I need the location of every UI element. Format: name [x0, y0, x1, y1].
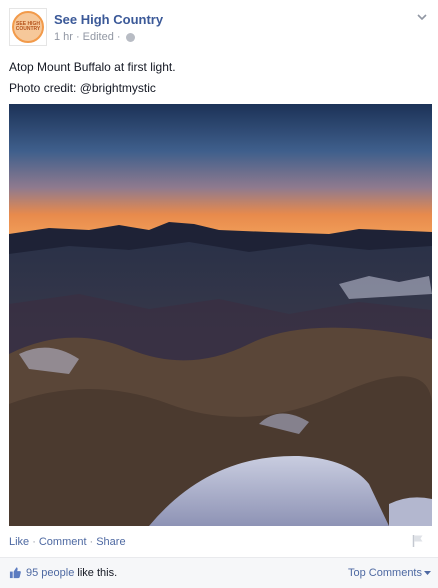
flag-icon[interactable]: [412, 534, 424, 548]
action-separator: ·: [89, 536, 94, 548]
meta-separator: ·: [116, 31, 121, 43]
likes-count[interactable]: 95 people: [26, 567, 74, 579]
likes-summary: 95 people like this.: [26, 567, 117, 579]
post-time[interactable]: 1 hr: [54, 31, 73, 43]
post-text-line: Atop Mount Buffalo at first light.: [9, 60, 176, 74]
post-photo[interactable]: [9, 104, 432, 526]
action-separator: ·: [32, 536, 36, 548]
caret-down-icon: [424, 571, 431, 575]
likes-suffix: like this.: [77, 567, 118, 579]
post-actions: Like · Comment · Share: [9, 536, 126, 548]
meta-separator: ·: [75, 31, 80, 43]
post-text-line: Photo credit: @brightmystic: [9, 81, 156, 95]
post-text: Atop Mount Buffalo at first light. Photo…: [9, 57, 176, 99]
share-button[interactable]: Share: [96, 536, 125, 548]
like-button[interactable]: Like: [9, 536, 29, 548]
edited-label[interactable]: Edited: [83, 31, 114, 43]
likes-bar: 95 people like this. Top Comments: [0, 557, 438, 588]
post-meta: 1 hr · Edited ·: [54, 31, 135, 43]
top-comments-label: Top Comments: [348, 567, 422, 579]
facebook-post: SEE HIGH COUNTRY See High Country 1 hr ·…: [0, 0, 438, 588]
post-header: SEE HIGH COUNTRY See High Country 1 hr ·…: [9, 8, 429, 48]
thumbs-up-icon: [9, 567, 21, 579]
page-avatar[interactable]: SEE HIGH COUNTRY: [9, 8, 47, 46]
avatar-logo-text: SEE HIGH COUNTRY: [15, 21, 41, 32]
chevron-down-icon[interactable]: [415, 10, 429, 24]
comment-button[interactable]: Comment: [39, 536, 87, 548]
globe-icon[interactable]: [125, 32, 135, 42]
top-comments-dropdown[interactable]: Top Comments: [348, 567, 431, 579]
avatar-logo: SEE HIGH COUNTRY: [12, 11, 44, 43]
page-name[interactable]: See High Country: [54, 12, 163, 27]
